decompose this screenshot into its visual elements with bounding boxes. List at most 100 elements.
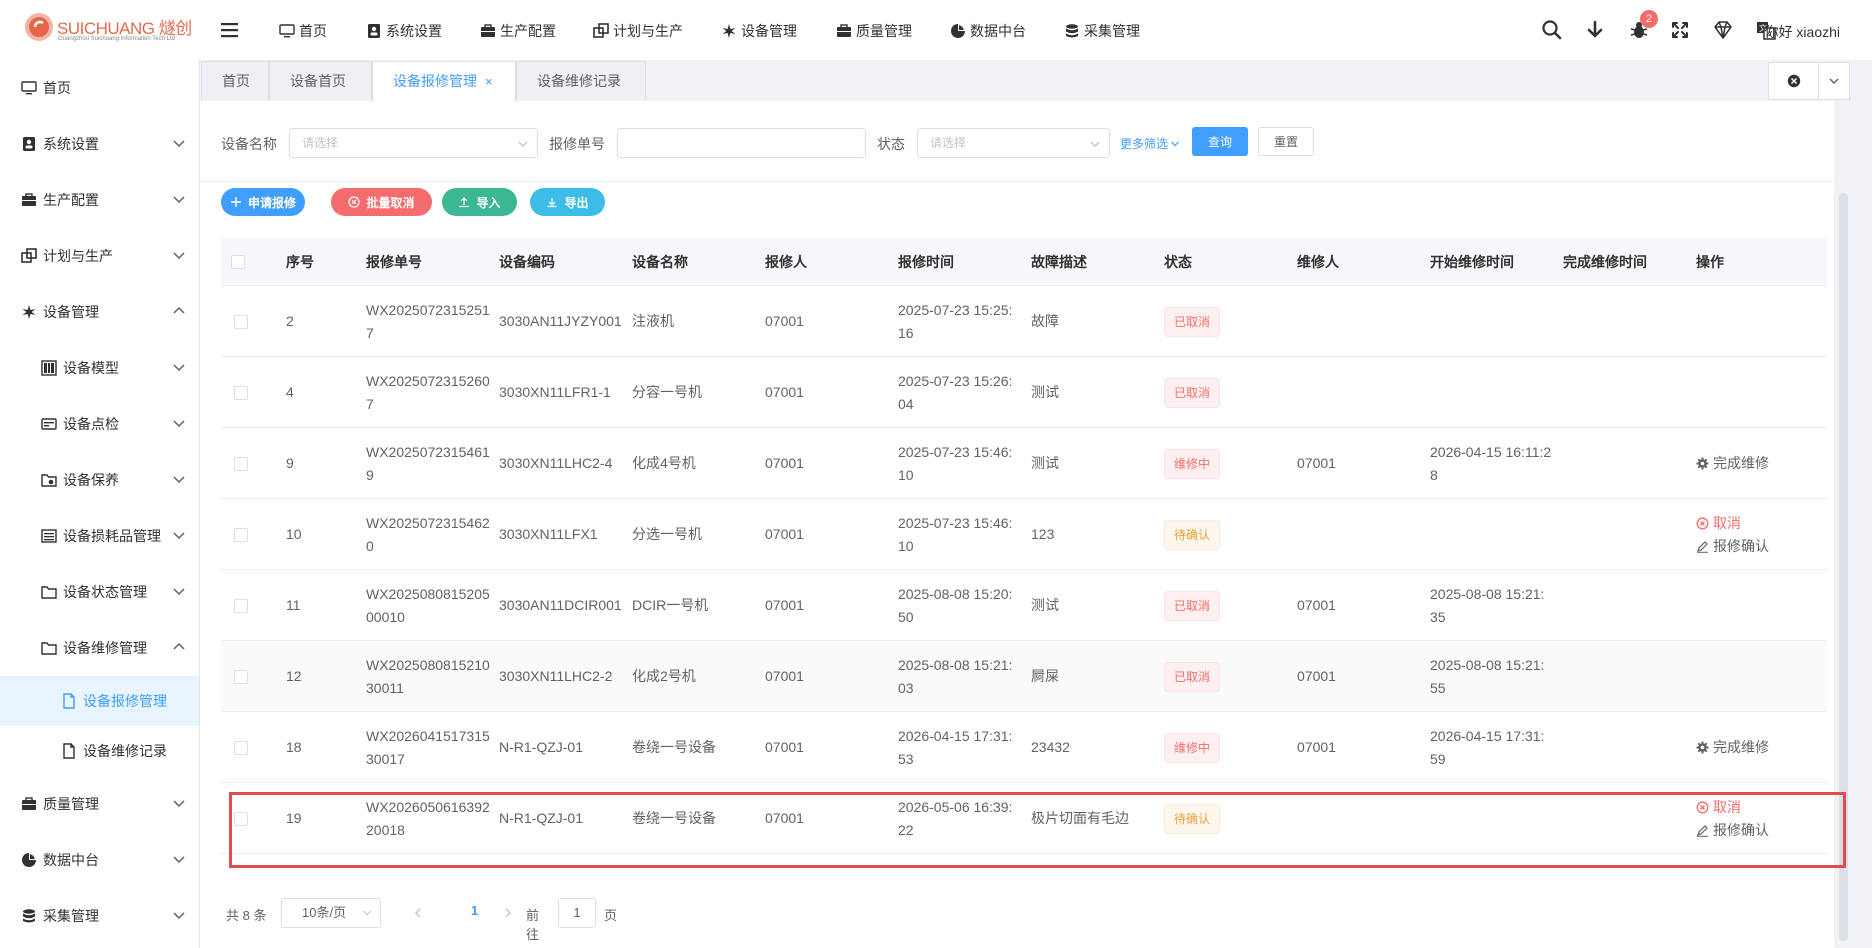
row-checkbox[interactable]	[234, 740, 248, 755]
column-header: 设备编码	[499, 254, 555, 270]
column-header: 完成维修时间	[1563, 254, 1647, 270]
sidebar-item-plan-production[interactable]: 计划与生产	[0, 228, 199, 284]
sidebar-item-system-settings[interactable]: 系统设置	[0, 116, 199, 172]
download-arrow-icon[interactable]	[1584, 19, 1606, 41]
cell-text: 07001	[765, 810, 804, 826]
cell-finish-time	[1563, 641, 1688, 712]
apply-repair-button[interactable]: 申请报修	[221, 188, 305, 216]
cancel-link[interactable]: 取消	[1696, 796, 1741, 819]
topnav-item-quality[interactable]: 质量管理	[836, 21, 912, 41]
query-button[interactable]: 查询	[1192, 127, 1248, 156]
tab-close-icon[interactable]: ×	[485, 63, 493, 101]
logo-mark-icon	[25, 13, 53, 41]
sidebar-item-quality[interactable]: 质量管理	[0, 776, 199, 832]
cell-finish-time	[1563, 712, 1688, 783]
topnav-item-production-config[interactable]: 生产配置	[480, 21, 556, 41]
sidebar-item-equipment-maintenance[interactable]: 设备保养	[0, 452, 199, 508]
row-checkbox[interactable]	[234, 385, 248, 400]
tab-home[interactable]: 首页	[201, 61, 269, 101]
cell-status: 维修中	[1164, 712, 1289, 783]
cell-text: 2025-07-23 15:26:04	[898, 372, 1013, 412]
sidebar-item-equipment[interactable]: 设备管理	[0, 284, 199, 340]
cell-finish-time	[1563, 428, 1688, 499]
topnav-item-equipment[interactable]: 设备管理	[721, 21, 797, 41]
bug-icon[interactable]: 2	[1628, 10, 1658, 41]
page-size-select[interactable]: 10条/页	[281, 898, 381, 928]
page-number[interactable]: 1	[471, 903, 478, 918]
row-checkbox[interactable]	[234, 456, 248, 471]
row-checkbox[interactable]	[234, 598, 248, 613]
topnav-item-system-settings[interactable]: 系统设置	[366, 21, 442, 41]
more-filters-link[interactable]: 更多筛选	[1120, 135, 1180, 152]
cell-reporter: 07001	[765, 428, 890, 499]
device-name-select[interactable]: 请选择	[289, 128, 538, 158]
topnav-item-plan-production[interactable]: 计划与生产	[593, 21, 683, 41]
confirm-repair-link[interactable]: 报修确认	[1696, 819, 1769, 842]
complete-repair-link[interactable]: 完成维修	[1696, 452, 1769, 475]
diamond-icon[interactable]	[1712, 19, 1734, 41]
cell-repair-no: WX202508081520500010	[366, 570, 491, 641]
topnav-item-home[interactable]: 首页	[279, 21, 327, 41]
sidebar-item-production-config[interactable]: 生产配置	[0, 172, 199, 228]
tab-repair-request[interactable]: 设备报修管理 ×	[372, 61, 516, 101]
row-checkbox[interactable]	[234, 314, 248, 329]
close-all-tabs-button[interactable]	[1769, 63, 1819, 99]
hamburger-menu-icon[interactable]	[219, 19, 241, 41]
confirm-repair-link[interactable]: 报修确认	[1696, 535, 1769, 558]
batch-cancel-button[interactable]: 批量取消	[331, 188, 432, 216]
status-label: 状态	[877, 136, 905, 152]
circle-x-icon	[1696, 801, 1709, 813]
user-greeting[interactable]: 你好 xiaozhi	[1765, 22, 1840, 42]
import-button[interactable]: 导入	[442, 188, 517, 216]
select-all-checkbox[interactable]	[231, 255, 245, 269]
sidebar-item-repair-request[interactable]: 设备报修管理	[0, 676, 199, 726]
status-select[interactable]: 请选择	[917, 128, 1110, 158]
cell-text: 07001	[765, 526, 804, 542]
prev-page-icon[interactable]	[411, 906, 425, 920]
sidebar-item-repair-records[interactable]: 设备维修记录	[0, 726, 199, 776]
circle-x-icon	[348, 196, 361, 208]
sidebar-item-data-center[interactable]: 数据中台	[0, 832, 199, 888]
cell-text: DCIR一号机	[632, 597, 709, 613]
sidebar-item-collection[interactable]: 采集管理	[0, 888, 199, 944]
complete-repair-link[interactable]: 完成维修	[1696, 736, 1769, 759]
tab-equipment-home[interactable]: 设备首页	[269, 61, 372, 101]
search-icon[interactable]	[1541, 19, 1563, 41]
status-badge: 维修中	[1164, 448, 1221, 479]
tab-repair-records[interactable]: 设备维修记录	[516, 61, 646, 101]
sidebar-item-status-management[interactable]: 设备状态管理	[0, 564, 199, 620]
row-checkbox[interactable]	[234, 527, 248, 542]
cell-report-time: 2025-07-23 15:26:04	[898, 357, 1020, 428]
cell-name: 化成2号机	[632, 641, 757, 712]
goto-page-input[interactable]: 1	[558, 898, 596, 928]
sidebar-item-label: 设备管理	[43, 304, 99, 320]
cell-code: N-R1-QZJ-01	[499, 712, 624, 783]
tabs-more-button[interactable]	[1818, 63, 1849, 99]
topnav-item-collection[interactable]: 采集管理	[1064, 21, 1140, 41]
sidebar-item-equipment-model[interactable]: 设备模型	[0, 340, 199, 396]
scrollbar-thumb[interactable]	[1839, 193, 1848, 941]
cell-no: 12	[286, 641, 356, 712]
sidebar-item-consumables[interactable]: 设备损耗品管理	[0, 508, 199, 564]
sidebar-item-repair-management[interactable]: 设备维修管理	[0, 620, 199, 676]
repair-no-input[interactable]	[617, 128, 866, 158]
cell-finish-time	[1563, 499, 1688, 570]
app-logo[interactable]: SUICHUANG 燧创 Guangzhou Suichuang Informa…	[24, 10, 192, 44]
column-header[interactable]: 报修单号	[366, 238, 422, 286]
next-page-icon[interactable]	[501, 906, 515, 920]
export-button[interactable]: 导出	[530, 188, 605, 216]
reset-button[interactable]: 重置	[1258, 127, 1314, 156]
cell-status: 待确认	[1164, 499, 1289, 570]
fullscreen-icon[interactable]	[1669, 19, 1691, 41]
pie-chart-icon	[951, 24, 965, 38]
sidebar-item-home[interactable]: 首页	[0, 60, 199, 116]
row-checkbox[interactable]	[234, 669, 248, 684]
row-checkbox[interactable]	[234, 811, 248, 826]
sidebar-item-equipment-inspection[interactable]: 设备点检	[0, 396, 199, 452]
cell-desc: 测试	[1031, 570, 1156, 641]
cancel-link[interactable]: 取消	[1696, 512, 1741, 535]
topnav-item-data-center[interactable]: 数据中台	[950, 21, 1026, 41]
topnav-label: 数据中台	[970, 23, 1026, 39]
document-icon	[63, 693, 75, 709]
vertical-scrollbar[interactable]	[1834, 101, 1853, 948]
